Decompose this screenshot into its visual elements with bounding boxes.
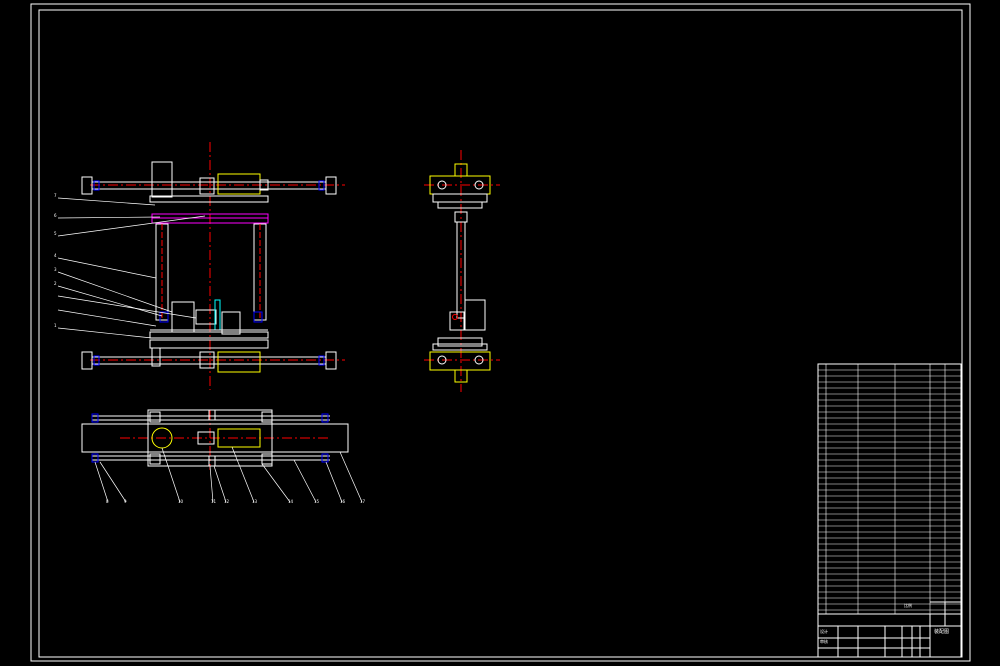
- callout-number: 6: [54, 213, 57, 218]
- callout-number: 10: [178, 499, 184, 504]
- callout-number: 9: [124, 499, 127, 504]
- callout-number: 14: [288, 499, 294, 504]
- callout-number: 7: [54, 193, 57, 198]
- callout-number: 12: [224, 499, 230, 504]
- drawing-title: 装配图: [934, 629, 950, 635]
- callout-number: 8: [106, 499, 109, 504]
- callout-number: 4: [54, 253, 57, 258]
- front-view: [57, 142, 345, 390]
- designer-label: 设计: [820, 629, 828, 634]
- plan-view: [81, 409, 363, 503]
- callout-number: 16: [340, 499, 346, 504]
- inner-border: [38, 9, 963, 658]
- side-view: [424, 150, 500, 392]
- callout-number: 17: [360, 499, 366, 504]
- callout-number: 5: [54, 231, 57, 236]
- title-block: [817, 363, 962, 658]
- callout-number: 1: [54, 323, 57, 328]
- callout-number: 13: [252, 499, 258, 504]
- scale-label: 比例: [904, 603, 912, 608]
- callout-number: 11: [211, 499, 217, 504]
- callout-number: 15: [314, 499, 320, 504]
- callout-number: 3: [54, 267, 57, 272]
- checker-label: 审核: [820, 639, 828, 644]
- cad-drawing: [30, 3, 971, 662]
- callout-number: 2: [54, 281, 57, 286]
